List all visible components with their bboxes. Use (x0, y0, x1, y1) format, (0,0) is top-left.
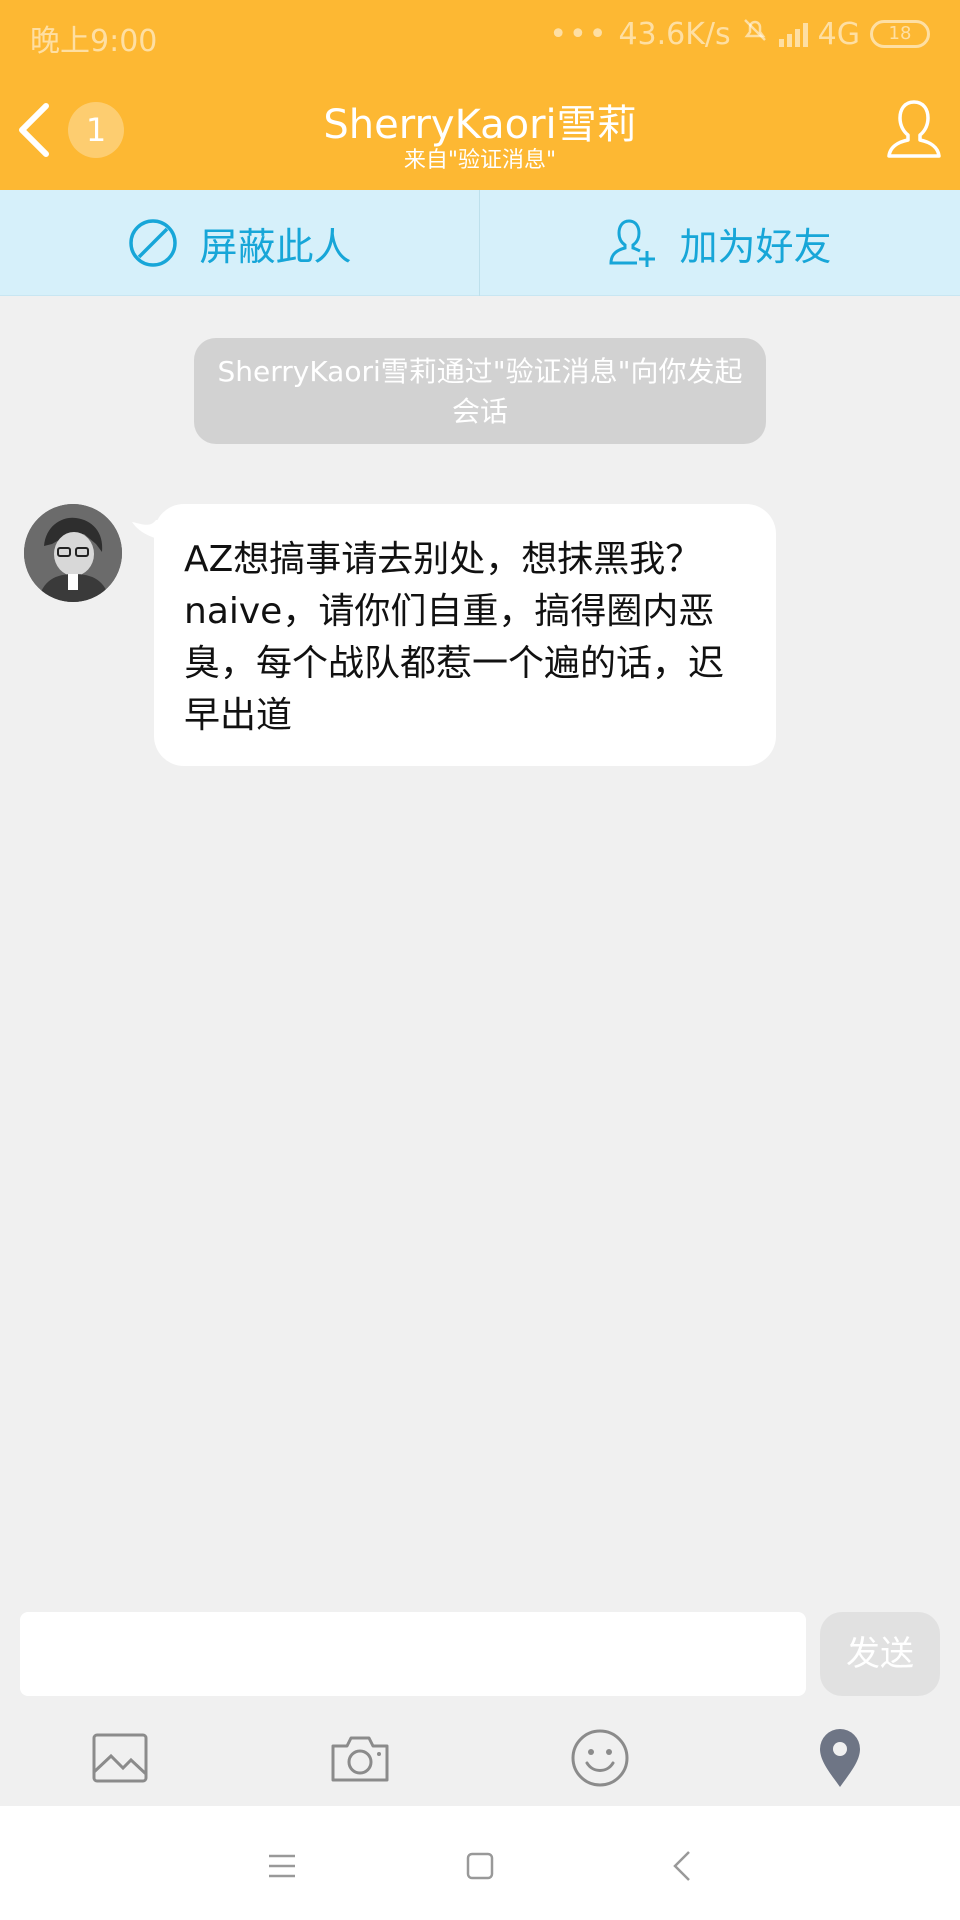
image-icon (92, 1733, 148, 1783)
chat-screen: 晚上9:00 ••• 43.6K/s 4G 18 1 SherryKaori雪莉… (0, 0, 960, 1920)
home-nav-button[interactable] (450, 1836, 510, 1896)
composer-toolbar (0, 1710, 960, 1806)
more-dots-icon: ••• (549, 16, 609, 52)
block-icon (129, 219, 178, 267)
menu-nav-button[interactable] (252, 1836, 312, 1896)
message-input[interactable] (20, 1612, 806, 1696)
status-indicators: ••• 43.6K/s 4G 18 (549, 16, 930, 52)
add-friend-label: 加为好友 (679, 224, 832, 269)
status-time: 晚上9:00 (30, 24, 158, 59)
chat-subtitle: 来自"验证消息" (403, 148, 557, 173)
battery-icon: 18 (870, 20, 930, 48)
camera-button[interactable] (240, 1710, 480, 1806)
network-speed: 43.6K/s (618, 16, 731, 52)
menu-icon (269, 1854, 295, 1878)
profile-button[interactable] (884, 96, 944, 162)
image-button[interactable] (0, 1710, 240, 1806)
add-friend-icon (609, 219, 656, 267)
unread-count-badge[interactable]: 1 (68, 102, 124, 158)
location-icon (820, 1729, 860, 1787)
location-button[interactable] (720, 1710, 960, 1806)
back-nav-button[interactable] (652, 1836, 712, 1896)
block-button[interactable]: 屏蔽此人 (0, 190, 479, 296)
system-notice: SherryKaori雪莉通过"验证消息"向你发起会话 (194, 338, 766, 444)
add-friend-button[interactable]: 加为好友 (480, 190, 959, 296)
back-button[interactable] (14, 100, 54, 160)
system-nav-bar (0, 1806, 960, 1920)
emoji-icon (571, 1729, 629, 1787)
block-label: 屏蔽此人 (199, 224, 352, 269)
camera-icon (331, 1736, 389, 1782)
mute-icon (741, 16, 769, 52)
status-bar: 晚上9:00 ••• 43.6K/s 4G 18 (0, 0, 960, 70)
signal-icon (778, 21, 808, 47)
avatar[interactable] (24, 504, 122, 602)
emoji-button[interactable] (480, 1710, 720, 1806)
send-button[interactable]: 发送 (820, 1612, 940, 1696)
stranger-action-bar: 屏蔽此人 加为好友 (0, 190, 960, 296)
message-bubble[interactable]: AZ想搞事请去别处，想抹黑我？naive，请你们自重，搞得圈内恶臭，每个战队都惹… (154, 504, 776, 766)
network-type: 4G (817, 16, 860, 52)
user-icon (887, 100, 941, 158)
back-chevron-icon (673, 1851, 690, 1881)
home-square-icon (466, 1852, 494, 1880)
